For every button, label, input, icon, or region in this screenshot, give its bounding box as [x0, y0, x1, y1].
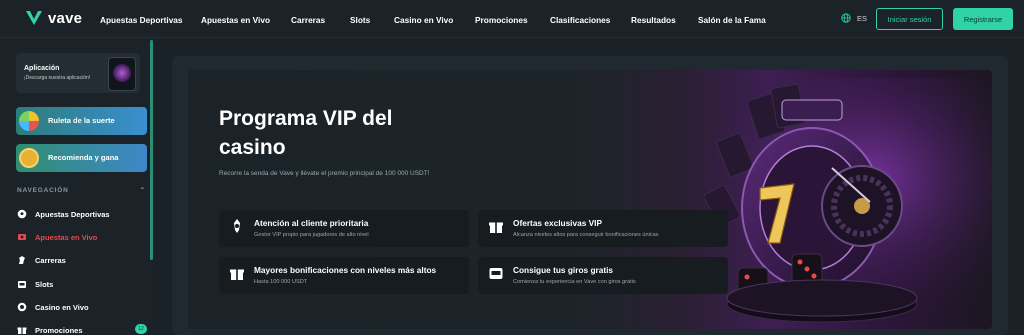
feature-subtitle: Comienza tu experiencia en Vave con giro…	[513, 279, 636, 285]
nav-slots[interactable]: Slots	[350, 15, 370, 25]
language-code: ES	[857, 13, 868, 23]
coin-icon	[19, 148, 39, 168]
nav-salon-de-la-fama[interactable]: Salón de la Fama	[698, 15, 766, 25]
feature-title: Consigue tus giros gratis	[513, 265, 614, 275]
navigation-heading: NAVEGACIÓN	[17, 187, 69, 194]
app-card-subtitle: ¡Descarga nuestra aplicación!	[24, 75, 91, 81]
sidebar-item-label: Promociones	[35, 325, 83, 335]
gift-icon	[17, 327, 27, 334]
globe-icon	[841, 13, 851, 23]
wheel-icon	[19, 111, 39, 131]
login-button[interactable]: Iniciar sesión	[876, 8, 943, 30]
sidebar-scrollbar[interactable]	[150, 40, 153, 260]
chip-icon	[17, 302, 27, 312]
sidebar-item-label: Apuestas en Vivo	[35, 232, 98, 242]
lucky-wheel-button[interactable]: Ruleta de la suerte	[16, 107, 147, 135]
feature-card-exclusive-offers: Ofertas exclusivas VIP Alcanza niveles a…	[478, 210, 728, 247]
feature-subtitle: Alcanza niveles altos para conseguir bon…	[513, 232, 659, 238]
sidebar-item-carreras[interactable]: Carreras	[17, 255, 66, 265]
gift-icon	[489, 222, 503, 233]
nav-apuestas-deportivas[interactable]: Apuestas Deportivas	[100, 15, 183, 25]
feature-card-bigger-bonuses: Mayores bonificaciones con niveles más a…	[219, 257, 469, 294]
sidebar-item-label: Carreras	[35, 255, 66, 265]
feature-title: Atención al cliente prioritaria	[254, 218, 369, 228]
hero-description: Recorre la senda de Vave y llévate el pr…	[219, 170, 430, 177]
gift-icon	[230, 269, 244, 280]
top-header: vave Apuestas Deportivas Apuestas en Viv…	[0, 0, 1024, 38]
horse-icon	[19, 256, 25, 264]
soccer-ball-icon	[17, 209, 27, 219]
sidebar-item-slots[interactable]: Slots	[17, 279, 53, 289]
slot-machine-icon	[489, 268, 503, 279]
nav-apuestas-en-vivo[interactable]: Apuestas en Vivo	[201, 15, 270, 25]
phone-image	[108, 57, 136, 91]
slots-icon	[18, 281, 26, 288]
app-download-card[interactable]: Aplicación ¡Descarga nuestra aplicación!	[16, 53, 140, 93]
lucky-wheel-label: Ruleta de la suerte	[48, 116, 115, 125]
nav-carreras[interactable]: Carreras	[291, 15, 325, 25]
sidebar-item-apuestas-en-vivo[interactable]: Apuestas en Vivo	[17, 232, 97, 242]
vave-logo-icon	[26, 11, 42, 25]
feature-title: Ofertas exclusivas VIP	[513, 218, 603, 228]
feature-title: Mayores bonificaciones con niveles más a…	[254, 265, 437, 275]
feature-subtitle: Gestor VIP propio para jugadores de alto…	[254, 232, 369, 238]
app-card-title: Aplicación	[24, 65, 60, 72]
refer-and-earn-button[interactable]: Recomienda y gana	[16, 144, 147, 172]
feature-card-priority-support: Atención al cliente prioritaria Gestor V…	[219, 210, 469, 247]
nav-promociones[interactable]: Promociones	[475, 15, 528, 25]
sidebar-item-apuestas-deportivas[interactable]: Apuestas Deportivas	[17, 209, 110, 219]
chevron-up-icon[interactable]: ⌃	[139, 186, 146, 195]
sidebar-item-label: Casino en Vivo	[35, 302, 89, 312]
support-icon	[234, 219, 240, 233]
brand-name: vave	[48, 9, 83, 27]
sidebar-item-label: Apuestas Deportivas	[35, 209, 110, 219]
sidebar-item-promociones[interactable]: Promociones	[17, 325, 83, 335]
promotions-count-badge: 12	[135, 324, 147, 334]
register-button[interactable]: Registrarse	[953, 8, 1013, 30]
logo[interactable]: vave	[24, 8, 82, 28]
live-icon	[18, 234, 26, 240]
language-selector[interactable]: ES	[841, 13, 867, 23]
refer-and-earn-label: Recomienda y gana	[48, 153, 119, 162]
nav-clasificaciones[interactable]: Clasificaciones	[550, 15, 610, 25]
hero-title: Programa VIP del casino	[219, 107, 393, 159]
nav-resultados[interactable]: Resultados	[631, 15, 676, 25]
slot-machine-illustration	[692, 78, 992, 329]
sidebar-item-label: Slots	[35, 279, 54, 289]
nav-casino-en-vivo[interactable]: Casino en Vivo	[394, 15, 453, 25]
feature-card-free-spins: Consigue tus giros gratis Comienza tu ex…	[478, 257, 728, 294]
feature-subtitle: Hasta 100 000 USDT	[254, 279, 308, 285]
sidebar-item-casino-en-vivo[interactable]: Casino en Vivo	[17, 302, 89, 312]
